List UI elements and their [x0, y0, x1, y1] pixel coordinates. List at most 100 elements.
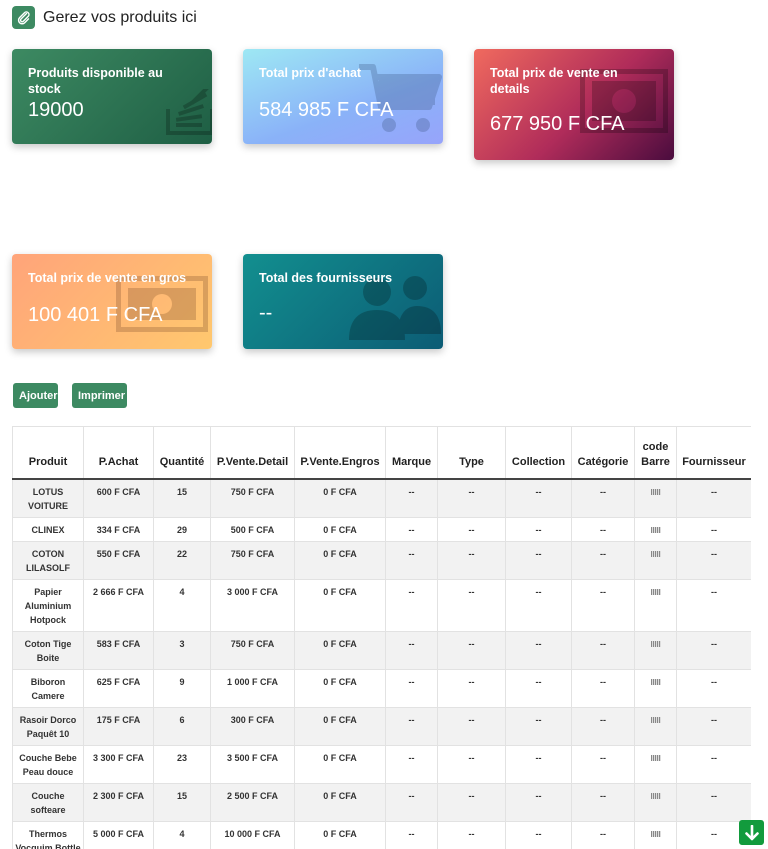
column-header-brand[interactable]: Marque — [385, 426, 438, 480]
cell-supplier: -- — [676, 478, 751, 518]
column-header-wholesale-price[interactable]: P.Vente.Engros — [294, 426, 386, 480]
cell-purchase-price: 625 F CFA — [83, 669, 154, 708]
suppliers-total-card: Total des fournisseurs -- — [243, 254, 443, 349]
cell-product: Couche Bebe Peau douce — [12, 745, 84, 784]
column-header-type[interactable]: Type — [437, 426, 506, 480]
table-row[interactable]: Couche softeare 2 300 F CFA 15 2 500 F CFA 0… — [12, 783, 751, 822]
cell-brand: -- — [385, 478, 438, 518]
cell-supplier: -- — [676, 669, 751, 708]
cell-collection: -- — [505, 478, 572, 518]
table-body: LOTUS VOITURE 600 F CFA 15 750 F CFA 0 F CFA… — [12, 478, 751, 849]
cell-wholesale-price: 0 F CFA — [294, 707, 386, 746]
cell-retail-price: 750 F CFA — [210, 541, 295, 580]
cell-purchase-price: 550 F CFA — [83, 541, 154, 580]
cell-category: -- — [571, 517, 635, 542]
table-row[interactable]: LOTUS VOITURE 600 F CFA 15 750 F CFA 0 F CFA… — [12, 478, 751, 518]
cell-supplier: -- — [676, 707, 751, 746]
table-row[interactable]: Thermos Vocguim Bottle 500ml5 000 F CFA4… — [12, 821, 751, 849]
purchase-total-title: Total prix d'achat — [259, 66, 362, 80]
cell-collection: -- — [505, 707, 572, 746]
table-row[interactable]: Couche Bebe Peau douce 3 300 F CFA 23 3 500… — [12, 745, 751, 784]
cell-wholesale-price: 0 F CFA — [294, 745, 386, 784]
cell-collection: -- — [505, 579, 572, 632]
column-header-barcode[interactable]: code Barre — [634, 426, 677, 480]
cell-wholesale-price: 0 F CFA — [294, 669, 386, 708]
cell-brand: -- — [385, 517, 438, 542]
scroll-down-button[interactable] — [739, 820, 764, 845]
cell-product: Coton Tige Boite — [12, 631, 84, 670]
column-header-purchase-price[interactable]: P.Achat — [83, 426, 154, 480]
cell-brand: -- — [385, 541, 438, 580]
barcode-icon — [650, 641, 661, 647]
cell-supplier: -- — [676, 517, 751, 542]
cell-quantity: 15 — [153, 478, 211, 518]
cell-barcode — [634, 707, 677, 746]
column-header-collection[interactable]: Collection — [505, 426, 572, 480]
cell-barcode — [634, 579, 677, 632]
cell-supplier: -- — [676, 541, 751, 580]
cell-type: -- — [437, 579, 506, 632]
cell-retail-price: 3 500 F CFA — [210, 745, 295, 784]
barcode-icon — [650, 589, 661, 595]
cell-category: -- — [571, 541, 635, 580]
add-button[interactable]: Ajouter — [13, 383, 58, 408]
cell-brand: -- — [385, 631, 438, 670]
cell-purchase-price: 175 F CFA — [83, 707, 154, 746]
cell-retail-price: 3 000 F CFA — [210, 579, 295, 632]
cell-purchase-price: 600 F CFA — [83, 478, 154, 518]
cell-type: -- — [437, 517, 506, 542]
cell-category: -- — [571, 783, 635, 822]
cell-category: -- — [571, 745, 635, 784]
cell-category: -- — [571, 631, 635, 670]
cell-product: Thermos Vocguim Bottle 500ml — [12, 821, 84, 849]
cell-type: -- — [437, 478, 506, 518]
table-row[interactable]: Rasoir Dorco Paquêt 10 175 F CFA 6 300 F CF… — [12, 707, 751, 746]
column-header-quantity[interactable]: Quantité — [153, 426, 211, 480]
table-row[interactable]: COTON LILASOLF 550 F CFA 22 750 F CFA 0 F CF… — [12, 541, 751, 580]
cell-wholesale-price: 0 F CFA — [294, 631, 386, 670]
cell-quantity: 23 — [153, 745, 211, 784]
barcode-icon — [650, 793, 661, 799]
cell-category: -- — [571, 707, 635, 746]
cell-quantity: 29 — [153, 517, 211, 542]
cell-brand: -- — [385, 783, 438, 822]
table-header-row: Produit P.Achat Quantité P.Vente.Detail … — [12, 426, 751, 480]
stock-card-value: 19000 — [28, 99, 84, 121]
table-row[interactable]: CLINEX 334 F CFA 29 500 F CFA 0 F CFA -- -- -- -… — [12, 517, 751, 542]
products-table-container[interactable]: Produit P.Achat Quantité P.Vente.Detail … — [12, 426, 751, 849]
cell-barcode — [634, 783, 677, 822]
cell-wholesale-price: 0 F CFA — [294, 478, 386, 518]
table-row[interactable]: Biboron Camere 625 F CFA 9 1 000 F CFA 0 F C… — [12, 669, 751, 708]
cell-collection: -- — [505, 669, 572, 708]
cell-quantity: 3 — [153, 631, 211, 670]
page-title: Gerez vos produits ici — [43, 8, 197, 26]
column-header-category[interactable]: Catégorie — [571, 426, 635, 480]
barcode-icon — [650, 755, 661, 761]
retail-total-card: Total prix de vente en details 677 950 F… — [474, 49, 674, 160]
table-row[interactable]: Coton Tige Boite 583 F CFA 3 750 F CFA 0 F C… — [12, 631, 751, 670]
cell-purchase-price: 2 666 F CFA — [83, 579, 154, 632]
cell-type: -- — [437, 783, 506, 822]
column-header-product[interactable]: Produit — [12, 426, 84, 480]
column-header-retail-price[interactable]: P.Vente.Detail — [210, 426, 295, 480]
purchase-total-card: Total prix d'achat 584 985 F CFA — [243, 49, 443, 144]
cell-type: -- — [437, 541, 506, 580]
cell-brand: -- — [385, 821, 438, 849]
print-button[interactable]: Imprimer — [72, 383, 127, 408]
cell-purchase-price: 2 300 F CFA — [83, 783, 154, 822]
cell-collection: -- — [505, 783, 572, 822]
cell-product: CLINEX — [12, 517, 84, 542]
cell-brand: -- — [385, 745, 438, 784]
wholesale-total-title: Total prix de vente en gros — [28, 271, 187, 285]
barcode-icon — [650, 717, 661, 723]
barcode-icon — [650, 489, 661, 495]
products-table: Produit P.Achat Quantité P.Vente.Detail … — [12, 426, 751, 849]
cell-quantity: 15 — [153, 783, 211, 822]
cell-quantity: 4 — [153, 579, 211, 632]
cell-retail-price: 1 000 F CFA — [210, 669, 295, 708]
cell-category: -- — [571, 821, 635, 849]
cell-barcode — [634, 478, 677, 518]
cell-type: -- — [437, 631, 506, 670]
column-header-supplier[interactable]: Fournisseur — [676, 426, 751, 480]
table-row[interactable]: Papier Aluminium Hotpock 2 666 F CFA 4 3 00… — [12, 579, 751, 632]
